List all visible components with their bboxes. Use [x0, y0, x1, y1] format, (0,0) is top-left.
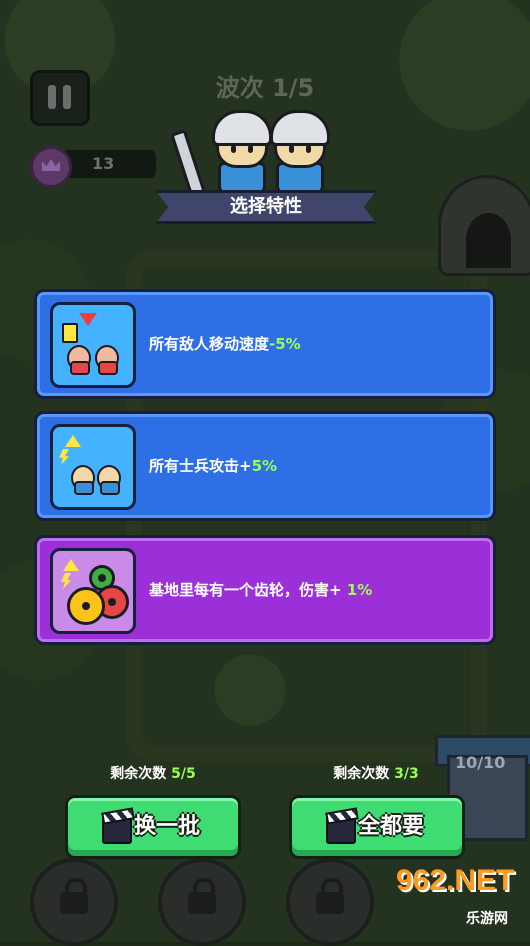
counter-value: 5/5: [171, 766, 196, 782]
pause-button[interactable]: [30, 70, 90, 126]
lightning-icon: [61, 573, 71, 589]
hero-helmet: [212, 110, 272, 146]
watermark-sub: 乐游网: [466, 911, 508, 927]
trait-desc: 基地里每有一个齿轮，伤害+: [149, 581, 347, 599]
pause-icon-bar: [63, 85, 71, 109]
trait-text: 所有士兵攻击+5%: [149, 414, 277, 518]
arrow-up-icon: [65, 435, 81, 447]
lock-icon: [60, 878, 88, 914]
trait-value: -5%: [269, 335, 301, 353]
take-all-button-label: 全都要: [358, 814, 425, 839]
trait-text: 所有敌人移动速度-5%: [149, 292, 301, 396]
trait-value: 1%: [346, 581, 373, 599]
enemy-figure: [67, 345, 91, 375]
heroes-illustration: [170, 110, 350, 202]
crown-gem-icon: [30, 146, 72, 188]
trait-card-soldier-attack[interactable]: 所有士兵攻击+5%: [34, 411, 496, 521]
locked-slot[interactable]: [30, 858, 118, 946]
locked-slot[interactable]: [286, 858, 374, 946]
reroll-counter: 剩余次数 5/5: [53, 763, 253, 783]
watermark-logo: 962.NET: [396, 864, 515, 897]
counter-label: 剩余次数: [333, 766, 390, 782]
boot-icon: [62, 323, 78, 343]
take-all-counter: 剩余次数 3/3: [276, 763, 476, 783]
locked-slot[interactable]: [158, 858, 246, 946]
trait-card-gear-damage[interactable]: 基地里每有一个齿轮，伤害+ 1%: [34, 535, 496, 645]
enemy-figure: [95, 345, 119, 375]
reroll-button-label: 换一批: [134, 814, 201, 839]
wave-counter: 波次 1/5: [215, 74, 315, 102]
enemy-cave: [438, 175, 530, 276]
trait-value: 5%: [251, 457, 278, 475]
trait-card-enemy-speed[interactable]: 所有敌人移动速度-5%: [34, 289, 496, 399]
counter-value: 3/3: [394, 766, 419, 782]
gear-damage-icon: [50, 548, 136, 634]
ad-clapper-icon: [102, 816, 132, 844]
hero-helmet: [270, 110, 330, 146]
lock-icon: [188, 878, 216, 914]
arrow-down-icon: [79, 313, 97, 326]
arrow-up-icon: [63, 559, 79, 571]
ad-clapper-icon: [326, 816, 356, 844]
page-title: 选择特性: [230, 196, 302, 217]
lock-icon: [316, 878, 344, 914]
hero-knight: [208, 110, 272, 196]
soldier-attack-up-icon: [50, 424, 136, 510]
lightning-icon: [59, 449, 69, 465]
take-all-button[interactable]: 全都要: [289, 795, 465, 859]
watermark: 962.NET 乐游网: [388, 862, 530, 942]
hero-knight: [266, 110, 330, 196]
trait-desc: 所有敌人移动速度: [149, 335, 270, 353]
soldier-figure: [97, 465, 121, 495]
counter-label: 剩余次数: [110, 766, 167, 782]
reroll-button[interactable]: 换一批: [65, 795, 241, 859]
enemy-speed-down-icon: [50, 302, 136, 388]
trait-desc: 所有士兵攻击+: [149, 457, 252, 475]
soldier-figure: [71, 465, 95, 495]
trait-text: 基地里每有一个齿轮，伤害+ 1%: [149, 538, 372, 642]
gear-icon: [67, 587, 105, 625]
pause-icon: [48, 85, 56, 109]
gem-counter: 13: [62, 150, 156, 178]
